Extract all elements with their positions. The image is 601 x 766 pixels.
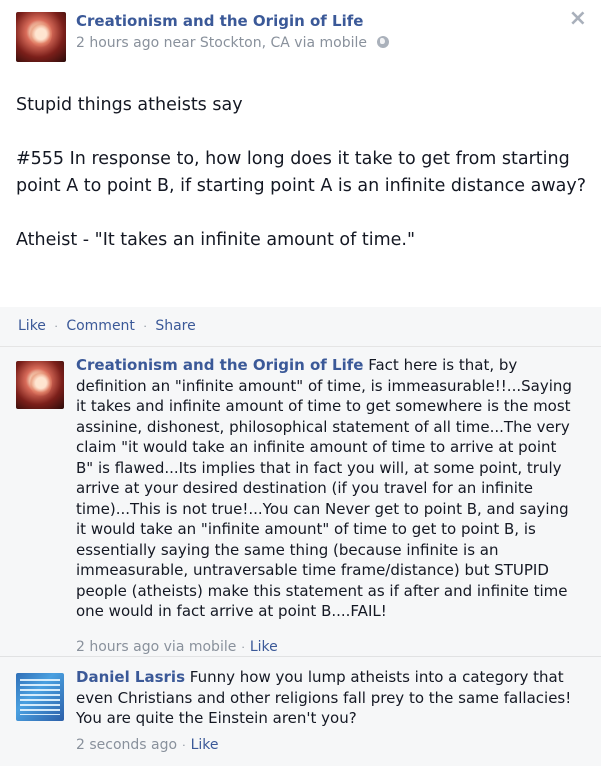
post-paragraph: Atheist - "It takes an infinite amount o… [16,230,416,250]
close-icon[interactable]: × [569,6,587,31]
comment-like-link[interactable]: Like [191,737,219,753]
comment-divider [0,656,601,657]
comment-text: Daniel Lasris Funny how you lump atheist… [76,667,576,729]
separator: · [143,320,147,333]
page-avatar-icon[interactable] [16,12,66,62]
comment-like-link[interactable]: Like [250,639,278,655]
comment-body: Fact here is that, by definition an "inf… [76,356,572,620]
post-body: Stupid things atheists say #555 In respo… [16,92,588,254]
comment-item: Creationism and the Origin of Life Fact … [0,355,601,655]
post-timestamp[interactable]: 2 hours ago near Stockton, CA via mobile [76,35,367,51]
page-name-link[interactable]: Creationism and the Origin of Life [76,12,363,30]
comment-author-link[interactable]: Creationism and the Origin of Life [76,356,363,374]
comment-meta: 2 seconds ago · Like [76,737,218,753]
comment-timestamp[interactable]: 2 seconds ago [76,737,177,753]
comment-timestamp[interactable]: 2 hours ago via mobile [76,639,236,655]
comment-author-link[interactable]: Daniel Lasris [76,668,185,686]
post-meta: 2 hours ago near Stockton, CA via mobile [76,35,390,51]
separator: · [182,739,186,752]
post-action-bar: Like · Comment · Share [0,307,601,347]
post-header: Creationism and the Origin of Life 2 hou… [0,0,601,72]
comment-item: Daniel Lasris Funny how you lump atheist… [0,667,601,766]
comments-section: Creationism and the Origin of Life Fact … [0,347,601,766]
like-link[interactable]: Like [18,318,46,334]
separator: · [241,641,245,654]
comment-meta: 2 hours ago via mobile · Like [76,639,278,655]
globe-icon [377,36,390,48]
user-avatar-icon[interactable] [16,673,64,721]
share-link[interactable]: Share [155,318,195,334]
comment-link[interactable]: Comment [66,318,135,334]
page-avatar-icon[interactable] [16,361,64,409]
comment-text: Creationism and the Origin of Life Fact … [76,355,576,622]
post-paragraph: #555 In response to, how long does it ta… [16,149,587,196]
post-paragraph: Stupid things atheists say [16,95,243,115]
separator: · [54,320,58,333]
